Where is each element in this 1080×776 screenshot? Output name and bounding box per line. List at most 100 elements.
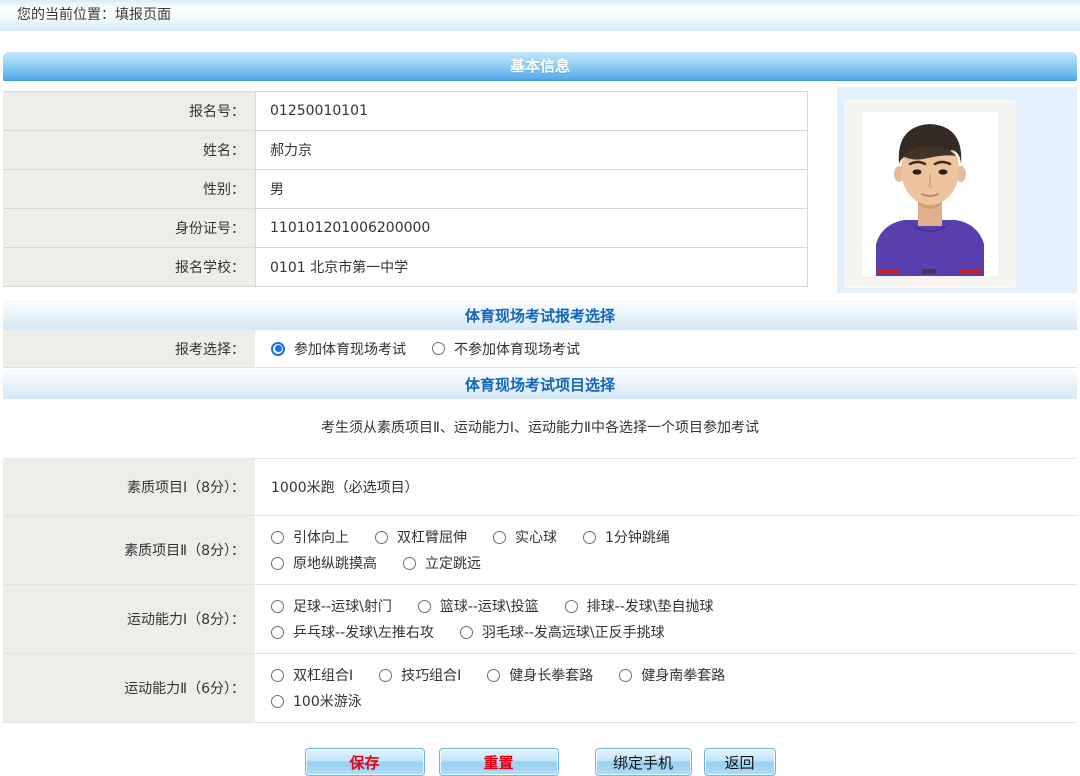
item-row-1: 素质项目Ⅱ（8分）： 引体向上 双杠臂屈伸 实心球 1分钟跳绳原地纵跳摸高 立定跳远: [3, 516, 1077, 585]
radio-label[interactable]: 原地纵跳摸高: [293, 553, 377, 573]
radio-icon[interactable]: [271, 626, 284, 639]
item-fixed-value: 1000米跑（必选项目）: [271, 477, 419, 497]
section-header-exam-choice: 体育现场考试报考选择: [3, 301, 1077, 330]
candidate-photo: [862, 112, 998, 276]
radio-label[interactable]: 健身南拳套路: [641, 665, 725, 685]
item-row-value: 双杠组合Ⅰ 技巧组合Ⅰ 健身长拳套路 健身南拳套路 100米游泳: [255, 654, 815, 722]
basic-info-row-4: 报名学校：0101 北京市第一中学: [3, 248, 808, 287]
exam-choice-options: 参加体育现场考试 不参加体育现场考试: [255, 330, 1077, 367]
item-choice-instruction: 考生须从素质项目Ⅱ、运动能力Ⅰ、运动能力Ⅱ中各选择一个项目参加考试: [3, 399, 1077, 459]
radio-item-2-2[interactable]: 排球--发球\垫自抛球: [565, 596, 714, 616]
radio-icon[interactable]: [460, 626, 473, 639]
radio-item-3-3[interactable]: 健身南拳套路: [619, 665, 725, 685]
action-buttons: 保存 重置 绑定手机 返回: [3, 748, 1077, 776]
breadcrumb-label: 您的当前位置：填报页面: [17, 7, 171, 23]
field-label: 报名号：: [3, 92, 255, 130]
radio-item-3-0[interactable]: 双杠组合Ⅰ: [271, 665, 353, 685]
radio-label[interactable]: 1分钟跳绳: [605, 527, 670, 547]
radio-label[interactable]: 羽毛球--发高远球\正反手挑球: [482, 622, 665, 642]
field-label: 性别：: [3, 170, 255, 208]
item-row-3: 运动能力Ⅱ（6分）：双杠组合Ⅰ技巧组合Ⅰ健身长拳套路健身南拳套路100米游泳: [3, 654, 1077, 723]
radio-label[interactable]: 篮球--运球\投篮: [440, 596, 539, 616]
radio-icon[interactable]: [379, 669, 392, 682]
field-label: 报名学校：: [3, 248, 255, 286]
field-label: 姓名：: [3, 131, 255, 169]
item-choice-rows: 素质项目Ⅰ（8分）： 1000米跑（必选项目） 素质项目Ⅱ（8分）： 引体向上 双杠臂屈…: [3, 459, 1077, 723]
form-content: 基本信息 报名号：01250010101姓名：郝力京性别：男身份证号：11010…: [0, 52, 1080, 776]
field-value: 郝力京: [255, 131, 808, 169]
save-button[interactable]: 保存: [305, 748, 425, 776]
radio-label[interactable]: 引体向上: [293, 527, 349, 547]
radio-item-3-2[interactable]: 健身长拳套路: [487, 665, 593, 685]
photo-cell: [837, 87, 1077, 293]
radio-icon[interactable]: [583, 531, 596, 544]
radio-label[interactable]: 参加体育现场考试: [294, 339, 406, 359]
radio-icon[interactable]: [271, 557, 284, 570]
field-value: 110101201006200000: [255, 209, 808, 247]
radio-item-1-5[interactable]: 立定跳远: [403, 553, 481, 573]
section-header-basic-info: 基本信息: [3, 52, 1077, 81]
radio-item-1-2[interactable]: 实心球: [493, 527, 557, 547]
radio-item-3-1[interactable]: 技巧组合Ⅰ: [379, 665, 461, 685]
radio-exam-choice-0[interactable]: 参加体育现场考试: [271, 339, 406, 359]
radio-icon[interactable]: [375, 531, 388, 544]
radio-label[interactable]: 排球--发球\垫自抛球: [587, 596, 714, 616]
bind-phone-button[interactable]: 绑定手机: [595, 748, 692, 776]
field-label: 身份证号：: [3, 209, 255, 247]
radio-icon[interactable]: [432, 342, 445, 355]
radio-icon[interactable]: [403, 557, 416, 570]
radio-item-1-1[interactable]: 双杠臂屈伸: [375, 527, 467, 547]
item-row-2: 运动能力Ⅰ（8分）：足球--运球\射门篮球--运球\投篮排球--发球\垫自抛球乒…: [3, 585, 1077, 654]
item-row-label: 素质项目Ⅱ（8分）：: [3, 516, 255, 584]
exam-choice-label: 报考选择：: [3, 330, 255, 367]
radio-label[interactable]: 健身长拳套路: [509, 665, 593, 685]
section-header-item-choice: 体育现场考试项目选择: [3, 370, 1077, 399]
basic-info-row-3: 身份证号：110101201006200000: [3, 209, 808, 248]
field-value: 01250010101: [255, 92, 808, 130]
radio-label[interactable]: 乒乓球--发球\左推右攻: [293, 622, 434, 642]
radio-label[interactable]: 实心球: [515, 527, 557, 547]
radio-label[interactable]: 100米游泳: [293, 691, 362, 711]
field-value: 男: [255, 170, 808, 208]
radio-item-2-1[interactable]: 篮球--运球\投篮: [418, 596, 539, 616]
exam-choice-row: 报考选择： 参加体育现场考试 不参加体育现场考试: [3, 330, 1077, 368]
radio-icon[interactable]: [565, 600, 578, 613]
radio-label[interactable]: 双杠组合Ⅰ: [293, 665, 353, 685]
basic-info-section: 报名号：01250010101姓名：郝力京性别：男身份证号：1101012010…: [3, 91, 1077, 293]
item-row-value: 1000米跑（必选项目）: [255, 459, 815, 515]
radio-icon[interactable]: [619, 669, 632, 682]
radio-icon[interactable]: [271, 669, 284, 682]
radio-icon[interactable]: [271, 695, 284, 708]
item-row-value: 引体向上 双杠臂屈伸 实心球 1分钟跳绳原地纵跳摸高 立定跳远: [255, 516, 815, 584]
basic-info-table: 报名号：01250010101姓名：郝力京性别：男身份证号：1101012010…: [3, 91, 808, 287]
radio-exam-choice-1[interactable]: 不参加体育现场考试: [432, 339, 580, 359]
item-row-0: 素质项目Ⅰ（8分）： 1000米跑（必选项目）: [3, 459, 1077, 516]
reset-button[interactable]: 重置: [439, 748, 559, 776]
radio-icon[interactable]: [271, 342, 285, 356]
item-row-value: 足球--运球\射门 篮球--运球\投篮 排球--发球\垫自抛球乒乓球--发球\左推右…: [255, 585, 815, 653]
radio-item-1-4[interactable]: 原地纵跳摸高: [271, 553, 377, 573]
radio-item-2-3[interactable]: 乒乓球--发球\左推右攻: [271, 622, 434, 642]
radio-icon[interactable]: [418, 600, 431, 613]
item-row-label: 素质项目Ⅰ（8分）：: [3, 459, 255, 515]
application-form-page: 您的当前位置：填报页面 基本信息 报名号：01250010101姓名：郝力京性别…: [0, 0, 1080, 768]
radio-label[interactable]: 足球--运球\射门: [293, 596, 392, 616]
breadcrumb: 您的当前位置：填报页面: [0, 0, 1080, 31]
radio-label[interactable]: 立定跳远: [425, 553, 481, 573]
radio-icon[interactable]: [271, 531, 284, 544]
radio-item-2-4[interactable]: 羽毛球--发高远球\正反手挑球: [460, 622, 665, 642]
back-button[interactable]: 返回: [704, 748, 776, 776]
radio-label[interactable]: 技巧组合Ⅰ: [401, 665, 461, 685]
radio-item-2-0[interactable]: 足球--运球\射门: [271, 596, 392, 616]
radio-label[interactable]: 不参加体育现场考试: [454, 339, 580, 359]
radio-item-1-0[interactable]: 引体向上: [271, 527, 349, 547]
field-value: 0101 北京市第一中学: [255, 248, 808, 286]
radio-icon[interactable]: [271, 600, 284, 613]
radio-item-3-4[interactable]: 100米游泳: [271, 691, 362, 711]
portrait-illustration: [862, 112, 998, 276]
radio-icon[interactable]: [493, 531, 506, 544]
basic-info-row-0: 报名号：01250010101: [3, 92, 808, 131]
radio-item-1-3[interactable]: 1分钟跳绳: [583, 527, 670, 547]
radio-icon[interactable]: [487, 669, 500, 682]
radio-label[interactable]: 双杠臂屈伸: [397, 527, 467, 547]
